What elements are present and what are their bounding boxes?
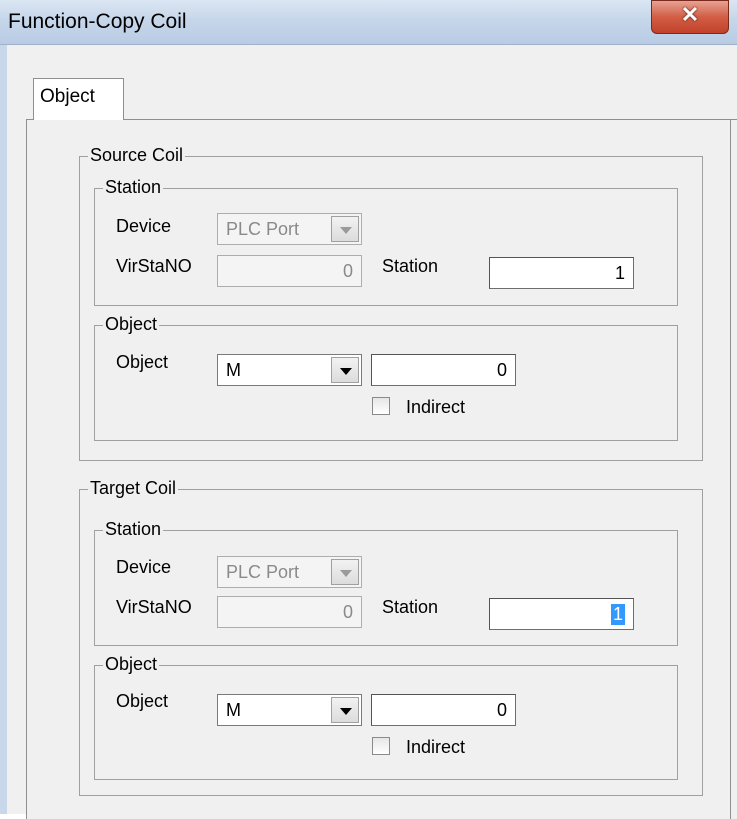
source-object-address-field[interactable]: 0 — [371, 354, 516, 386]
chevron-down-icon — [331, 697, 359, 723]
target-station-label: Station — [382, 597, 439, 617]
chevron-down-icon — [331, 559, 359, 585]
target-object-type-value: M — [226, 700, 241, 720]
target-device-label: Device — [116, 557, 172, 577]
source-virstano-field[interactable]: 0 — [217, 255, 362, 287]
source-coil-title: Source Coil — [88, 144, 186, 166]
source-virstano-label: VirStaNO — [116, 256, 192, 276]
source-station-field[interactable]: 1 — [489, 257, 634, 289]
target-object-address-value: 0 — [496, 700, 507, 720]
source-indirect-checkbox[interactable] — [372, 397, 390, 415]
target-station-title: Station — [103, 518, 164, 540]
tab-page-right-border — [730, 119, 731, 819]
target-indirect-label: Indirect — [406, 737, 466, 757]
target-virstano-field[interactable]: 0 — [217, 596, 362, 628]
source-device-value: PLC Port — [226, 219, 300, 239]
source-object-address-value: 0 — [496, 360, 507, 380]
source-station-value: 1 — [614, 263, 625, 283]
target-virstano-value: 0 — [342, 602, 353, 622]
target-device-select[interactable]: PLC Port — [217, 556, 362, 588]
target-indirect-checkbox[interactable] — [372, 737, 390, 755]
tab-object[interactable]: Object — [33, 78, 124, 120]
target-object-title: Object — [103, 653, 160, 675]
source-object-type-value: M — [226, 360, 241, 380]
chevron-down-icon — [331, 216, 359, 242]
source-virstano-value: 0 — [342, 261, 353, 281]
tab-label: Object — [40, 86, 95, 107]
target-device-value: PLC Port — [226, 562, 300, 582]
target-object-address-field[interactable]: 0 — [371, 694, 516, 726]
source-station-title: Station — [103, 176, 164, 198]
target-coil-title: Target Coil — [88, 477, 179, 499]
source-device-label: Device — [116, 216, 172, 236]
chevron-down-icon — [331, 357, 359, 383]
source-object-label: Object — [116, 352, 169, 372]
target-station-field[interactable]: 1 — [489, 598, 634, 630]
source-device-select[interactable]: PLC Port — [217, 213, 362, 245]
title-bar: Function-Copy Coil ✕ — [0, 0, 737, 45]
close-button[interactable]: ✕ — [651, 0, 729, 34]
source-station-label: Station — [382, 256, 439, 276]
source-object-type-select[interactable]: M — [217, 354, 362, 386]
source-indirect-label: Indirect — [406, 397, 466, 417]
source-object-title: Object — [103, 313, 160, 335]
target-object-type-select[interactable]: M — [217, 694, 362, 726]
window-title: Function-Copy Coil — [8, 10, 187, 33]
target-station-value: 1 — [610, 604, 625, 625]
target-virstano-label: VirStaNO — [116, 597, 192, 617]
close-icon: ✕ — [680, 2, 700, 27]
target-object-label: Object — [116, 691, 169, 711]
